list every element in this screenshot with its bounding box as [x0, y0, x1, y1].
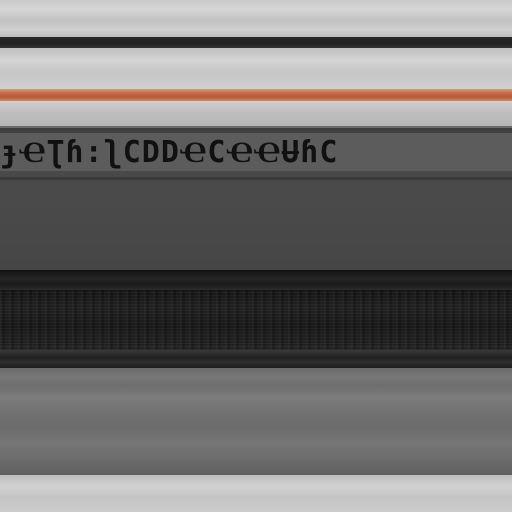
hull-texture: ɟҼƮɦ:ʅϹDDҼϹҼҼɄɦϹ: [0, 0, 512, 512]
mid-metal-band: [0, 48, 512, 89]
gray-hull-band: [0, 368, 512, 475]
dark-trim-line: [0, 37, 512, 48]
dark-stripe-bottom: [0, 350, 512, 368]
alien-glyph-text: ɟҼƮɦ:ʅϹDDҼϹҼҼɄɦϹ: [0, 137, 339, 169]
glyph-strip: ɟҼƮɦ:ʅϹDDҼϹҼҼɄɦϹ: [0, 133, 512, 171]
dark-stripe-top: [0, 270, 512, 290]
orange-accent-stripe: [0, 89, 512, 101]
lower-metal-band: [0, 101, 512, 126]
dark-rough-stripe: [0, 290, 512, 350]
top-metal-band: [0, 0, 512, 37]
panel-divider: [0, 177, 512, 180]
glyph-panel: ɟҼƮɦ:ʅϹDDҼϹҼҼɄɦϹ: [0, 126, 512, 270]
bottom-metal-band: [0, 475, 512, 512]
